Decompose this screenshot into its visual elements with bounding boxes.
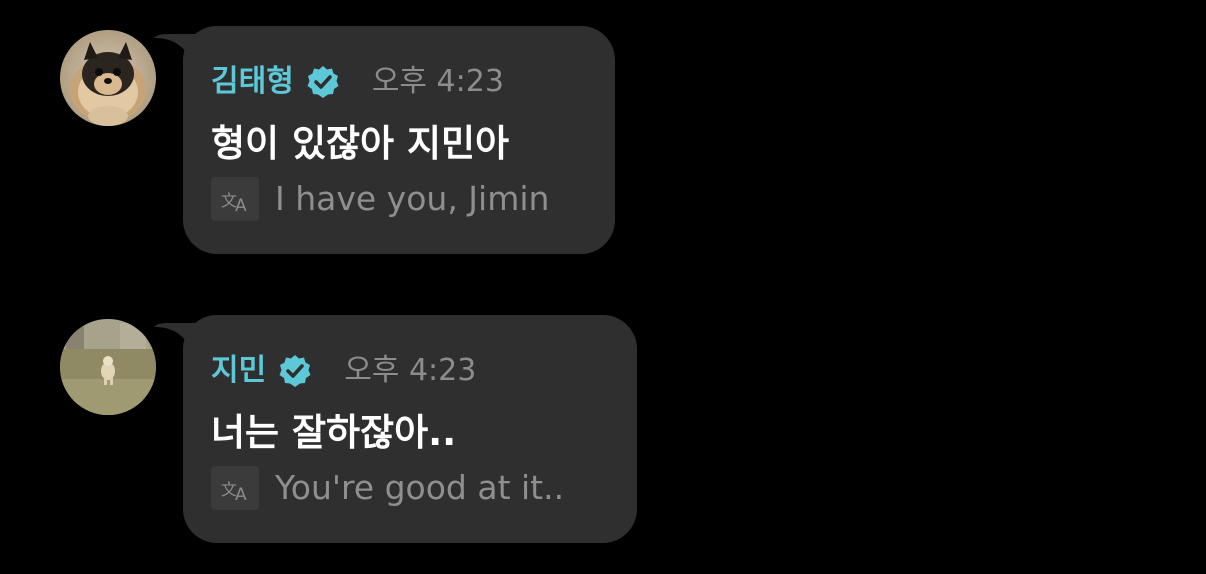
translate-icon[interactable]: 文 A xyxy=(211,177,259,221)
avatar[interactable] xyxy=(60,319,156,415)
message-header: 김태형 오후 4:23 xyxy=(211,60,504,104)
message-bubble[interactable]: 김태형 오후 4:23 형이 있잖아 지민아 文 A I have you, J… xyxy=(183,26,615,254)
translation-row: 文 A I have you, Jimin xyxy=(211,176,549,222)
avatar[interactable] xyxy=(60,30,156,126)
message-time: 오후 4:23 xyxy=(371,64,504,99)
sender-name[interactable]: 김태형 xyxy=(211,60,294,104)
translation-text: You're good at it.. xyxy=(275,468,565,507)
avatar-dog-photo xyxy=(60,30,156,126)
message-text: 형이 있잖아 지민아 xyxy=(211,122,510,165)
sender-name[interactable]: 지민 xyxy=(211,349,266,393)
message-text: 너는 잘하잖아.. xyxy=(211,411,457,454)
svg-text:A: A xyxy=(235,196,247,216)
translation-text: I have you, Jimin xyxy=(275,179,550,218)
svg-text:A: A xyxy=(235,485,247,505)
translation-row: 文 A You're good at it.. xyxy=(211,465,564,511)
verified-badge-icon xyxy=(279,355,311,387)
verified-badge-icon xyxy=(307,66,339,98)
chat-message: 김태형 오후 4:23 형이 있잖아 지민아 文 A I have you, J… xyxy=(0,26,1206,254)
avatar-dog-field-photo xyxy=(60,319,156,415)
chat-message: 지민 오후 4:23 너는 잘하잖아.. 文 A You're good at … xyxy=(0,315,1206,543)
translate-icon[interactable]: 文 A xyxy=(211,466,259,510)
message-time: 오후 4:23 xyxy=(344,353,477,388)
message-header: 지민 오후 4:23 xyxy=(211,349,476,393)
message-bubble[interactable]: 지민 오후 4:23 너는 잘하잖아.. 文 A You're good at … xyxy=(183,315,637,543)
